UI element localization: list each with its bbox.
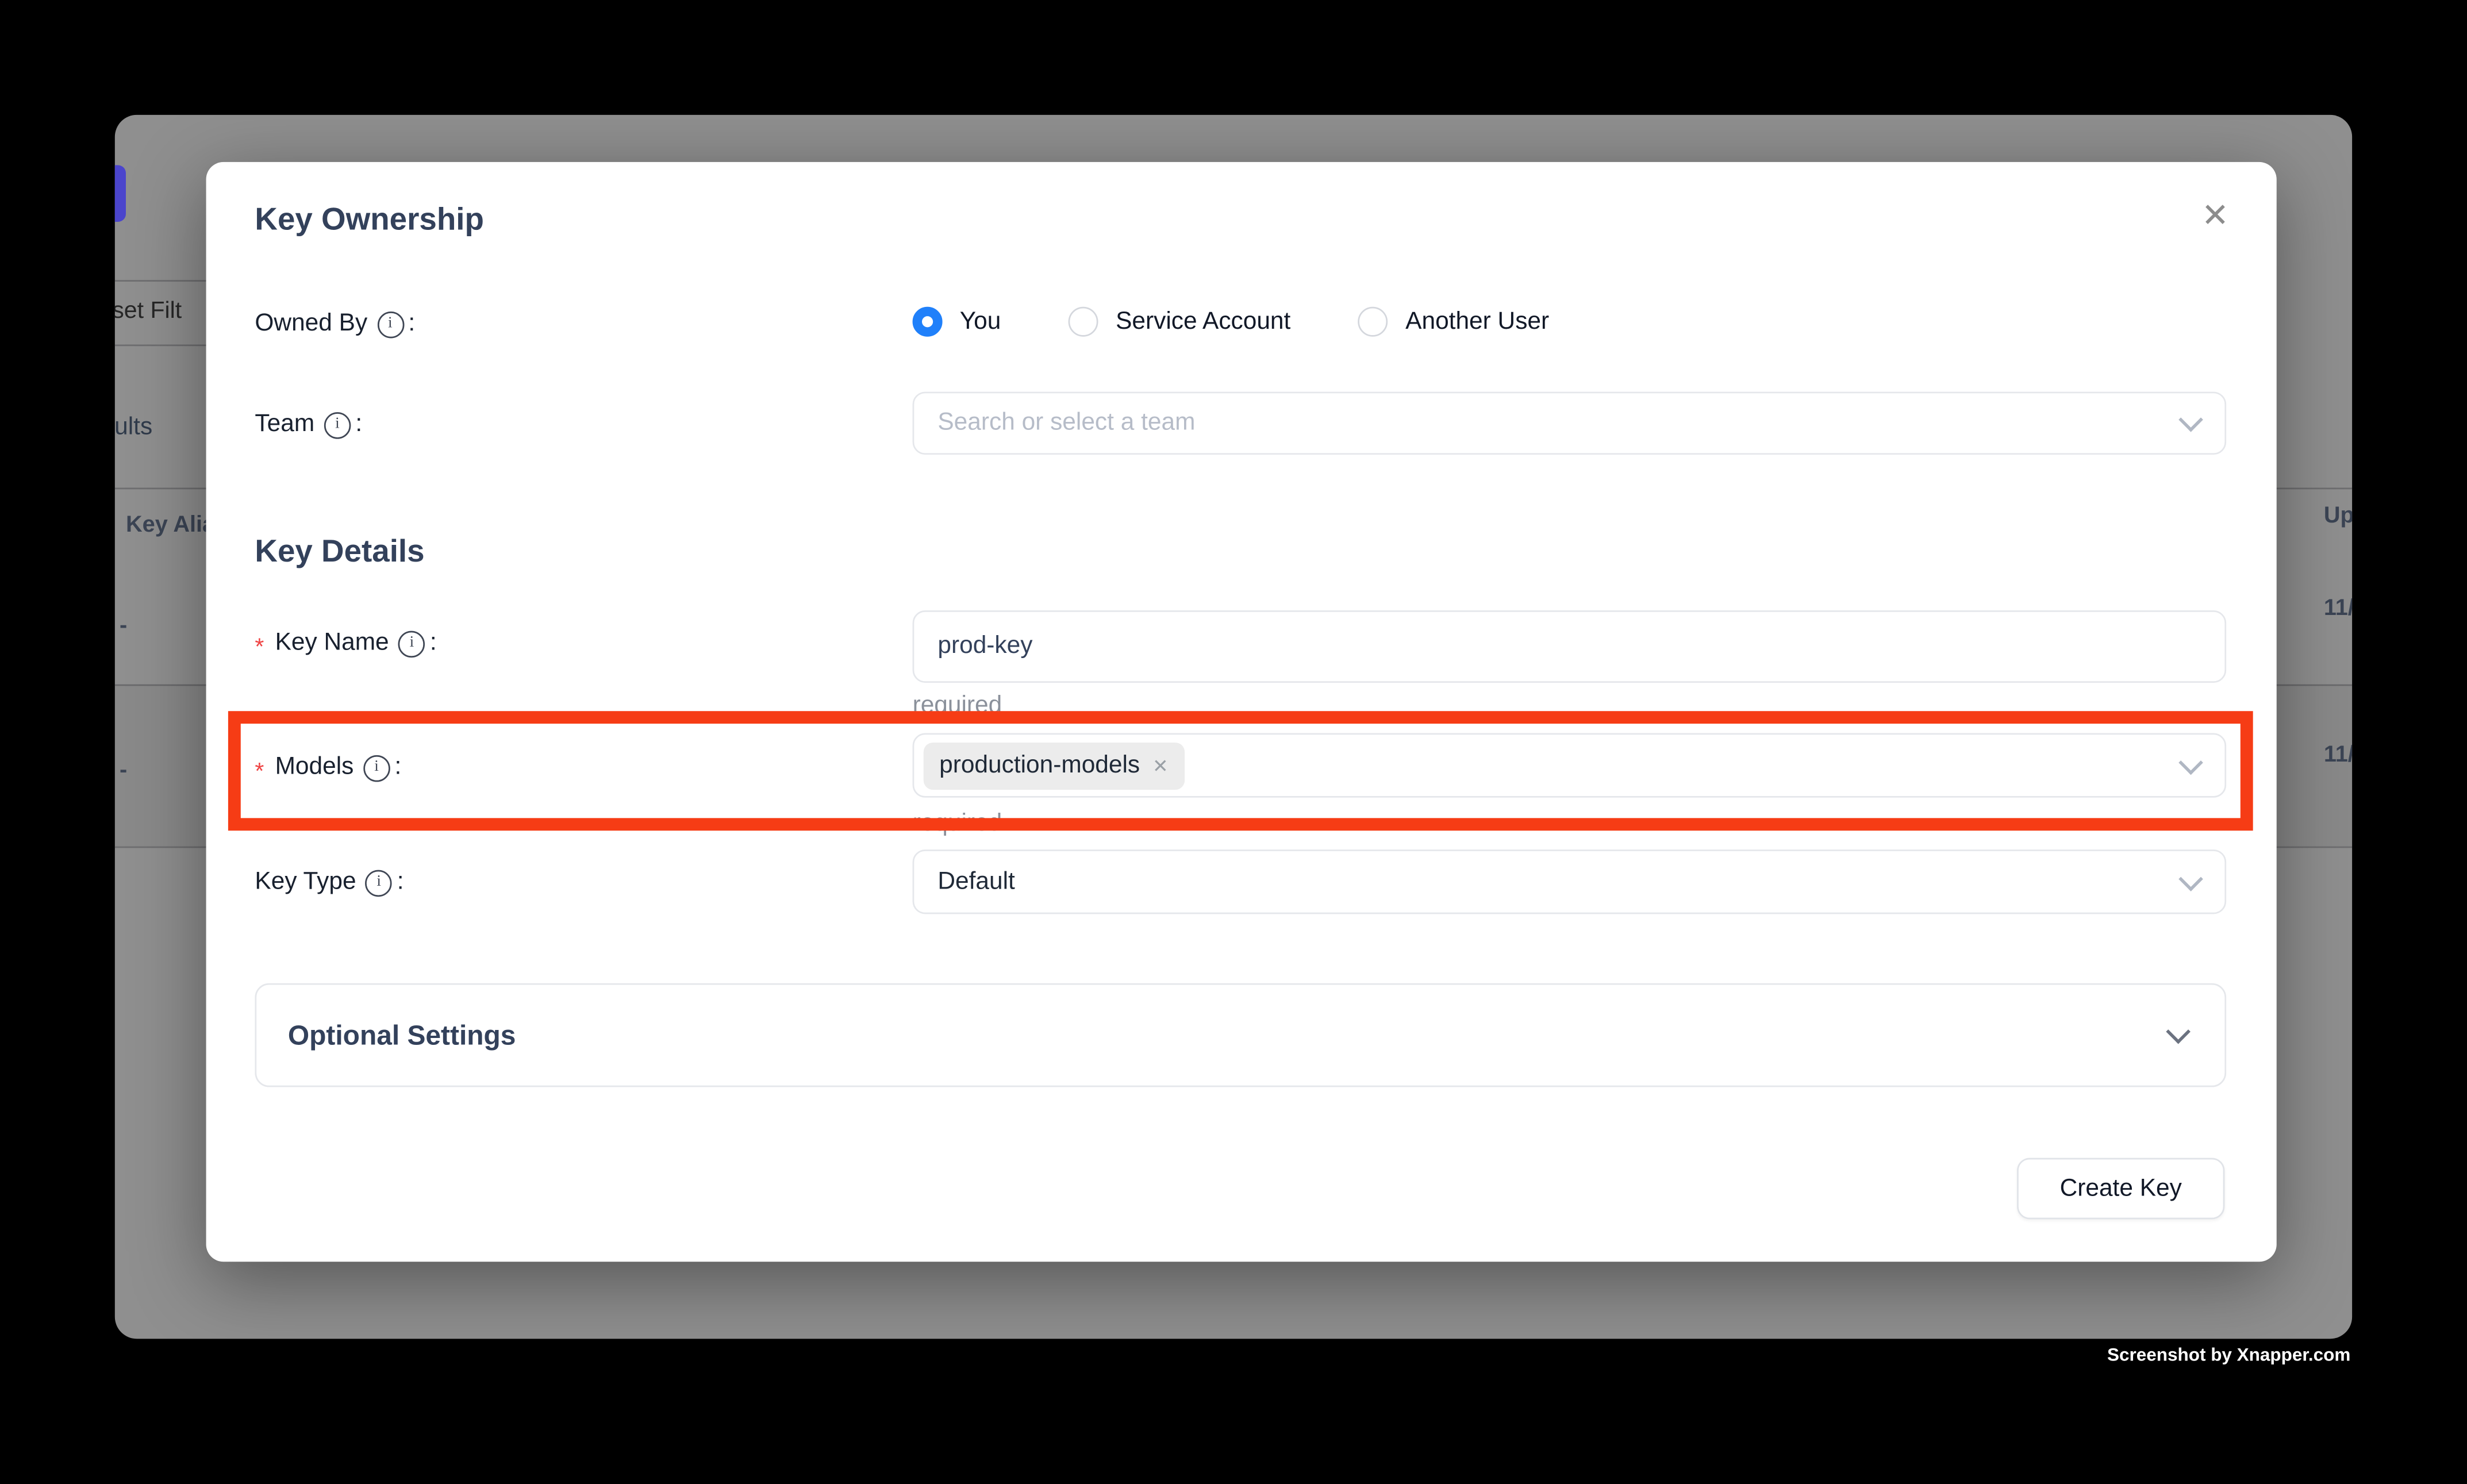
key-name-required-hint: required — [913, 692, 1002, 720]
screenshot-stage: eset Filt sults Key Alia Up - 11/ - 11/ … — [0, 0, 2467, 1483]
watermark-text: Screenshot by Xnapper.com — [2107, 1347, 2350, 1366]
owned-by-radio-group: You Service Account Another User — [913, 307, 1550, 337]
table-header-updated: Up — [2324, 503, 2352, 529]
info-icon: i — [324, 412, 351, 439]
create-key-button[interactable]: Create Key — [2017, 1158, 2224, 1220]
table-row: - — [120, 614, 127, 639]
models-required-hint: required — [913, 810, 1002, 839]
create-key-modal: ✕ Key Ownership Owned By i : You Service… — [206, 162, 2277, 1262]
divider — [115, 280, 219, 282]
table-row: 11/ — [2324, 743, 2352, 768]
section-title-key-ownership: Key Ownership — [255, 203, 484, 239]
table-row: 11/ — [2324, 596, 2352, 621]
info-icon: i — [398, 630, 425, 657]
required-asterisk: * — [255, 758, 264, 785]
remove-tag-icon[interactable]: ✕ — [1152, 754, 1169, 776]
radio-another-user[interactable] — [1358, 307, 1388, 337]
models-select[interactable]: production-models ✕ — [913, 733, 2227, 798]
key-name-input[interactable]: prod-key — [913, 610, 2227, 683]
optional-settings-panel[interactable]: Optional Settings — [255, 983, 2226, 1087]
radio-you[interactable] — [913, 307, 943, 337]
required-asterisk: * — [255, 633, 264, 660]
models-tag-label: production-models — [939, 751, 1140, 779]
info-icon: i — [377, 311, 404, 338]
radio-another-user-label[interactable]: Another User — [1405, 307, 1549, 336]
key-type-value: Default — [914, 868, 1015, 896]
chevron-down-icon — [2166, 1020, 2191, 1044]
section-title-key-details: Key Details — [255, 535, 424, 571]
radio-service-account[interactable] — [1069, 307, 1098, 337]
create-key-backdrop-button — [115, 165, 126, 222]
key-type-label: Key Type i : — [255, 865, 404, 899]
results-text-fragment: sults — [115, 414, 152, 442]
team-select[interactable]: Search or select a team — [913, 392, 2227, 455]
radio-service-account-label[interactable]: Service Account — [1116, 307, 1290, 336]
key-name-label: * Key Name i : — [255, 626, 436, 660]
radio-you-label[interactable]: You — [960, 307, 1001, 336]
optional-settings-title: Optional Settings — [288, 1018, 516, 1051]
key-type-select[interactable]: Default — [913, 849, 2227, 914]
divider — [115, 344, 219, 346]
info-icon: i — [366, 869, 393, 896]
chevron-down-icon — [2178, 749, 2203, 774]
key-name-value: prod-key — [914, 632, 1032, 660]
models-tag: production-models ✕ — [924, 742, 1184, 789]
chevron-down-icon — [2178, 407, 2203, 432]
team-label: Team i : — [255, 407, 362, 442]
reset-filters-text-fragment: eset Filt — [115, 297, 182, 324]
team-select-placeholder: Search or select a team — [914, 409, 1195, 437]
close-icon[interactable]: ✕ — [2192, 194, 2239, 241]
models-label: * Models i : — [255, 751, 401, 785]
chevron-down-icon — [2178, 866, 2203, 891]
info-icon: i — [363, 754, 390, 781]
table-header-key-alias: Key Alia — [126, 513, 215, 538]
owned-by-label: Owned By i : — [255, 307, 415, 341]
table-row: - — [120, 758, 127, 783]
